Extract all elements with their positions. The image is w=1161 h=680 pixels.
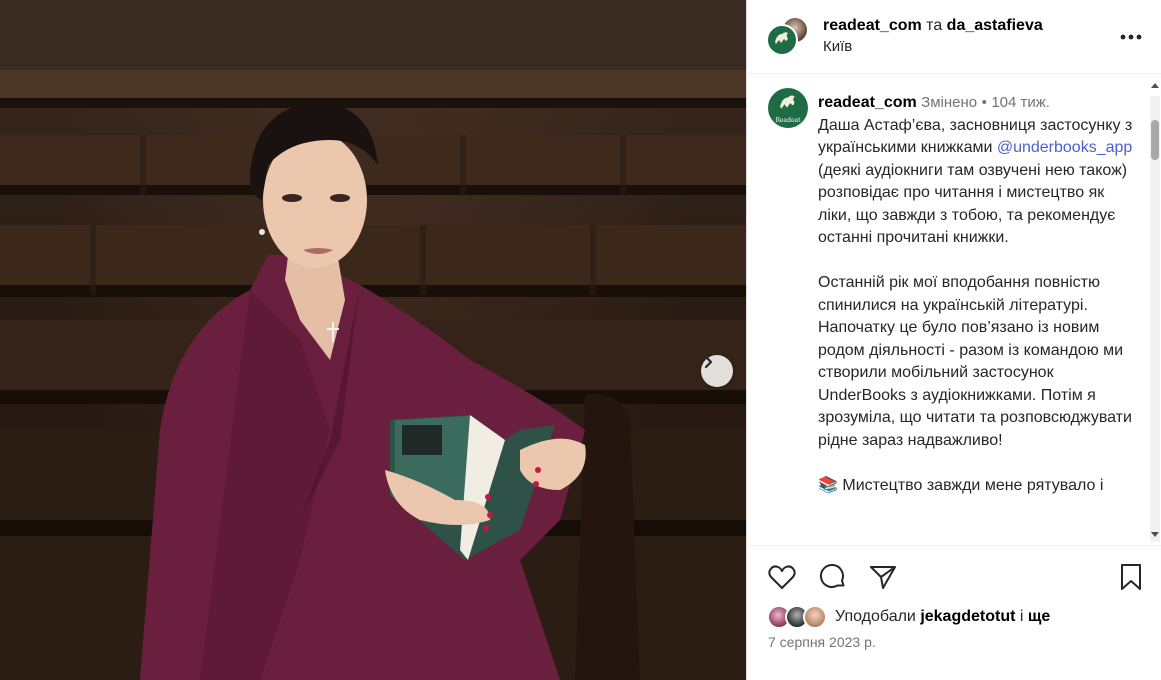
meta-separator: • (981, 94, 987, 111)
heart-icon (768, 564, 796, 595)
author-avatars[interactable] (766, 16, 809, 58)
mention-link[interactable]: @underbooks_app (997, 139, 1132, 156)
likes-connector: і (1019, 608, 1024, 625)
caption-paragraph-3: 📚 Мистецтво завжди мене рятувало і (818, 476, 1104, 494)
photo-illustration (0, 0, 746, 680)
caption-paragraph-1-end: (деякі аудіокниги там озвучені нею також… (818, 161, 1128, 247)
location-link[interactable]: Київ (823, 38, 852, 55)
avatar[interactable] (803, 605, 827, 629)
comment-button[interactable] (817, 563, 849, 595)
caption-author-link[interactable]: readeat_com (818, 94, 917, 111)
author-link[interactable]: readeat_com (823, 17, 922, 34)
more-icon (1120, 27, 1142, 45)
caption-scrollbar[interactable] (1147, 83, 1161, 542)
more-options-button[interactable] (1117, 26, 1145, 46)
post-photo (0, 0, 746, 680)
scroll-down-icon[interactable] (1151, 530, 1159, 538)
like-button[interactable] (766, 563, 798, 595)
edited-label: Змінено (921, 94, 978, 111)
collaborator-link[interactable]: da_astafieva (947, 17, 1043, 34)
more-likes-link[interactable]: ще (1028, 608, 1050, 625)
avatar[interactable]: Readeat (768, 88, 808, 128)
save-button[interactable] (1115, 563, 1147, 595)
post-actions (747, 563, 1161, 599)
post-date[interactable]: 7 серпня 2023 р. (768, 634, 876, 650)
caption-paragraph-2: Останній рік мої вподобання повністю спи… (818, 274, 1132, 449)
likes-text: Уподобали jekagdetotut і ще (835, 608, 1050, 626)
next-photo-button[interactable] (701, 355, 733, 387)
authors-connector: та (926, 17, 943, 34)
post-age[interactable]: 104 тиж. (991, 94, 1050, 111)
scrollbar-thumb[interactable] (1151, 120, 1159, 160)
share-button[interactable] (867, 563, 899, 595)
likes-prefix: Уподобали (835, 608, 916, 625)
post-authors: readeat_com та da_astafieva (823, 16, 1043, 36)
scroll-up-icon[interactable] (1151, 82, 1159, 90)
liker-link[interactable]: jekagdetotut (920, 608, 1015, 625)
likes-summary: Уподобали jekagdetotut і ще (767, 604, 1050, 630)
post-header: readeat_com та da_astafieva Київ (747, 0, 1161, 74)
lion-logo-icon (773, 30, 791, 51)
avatar-brand-label: Readeat (775, 116, 801, 124)
caption-scroll-area[interactable]: Readeat readeat_com Змінено • 104 тиж. Д… (747, 74, 1161, 546)
caption: readeat_com Змінено • 104 тиж. Даша Аста… (818, 92, 1138, 497)
post-sidebar: readeat_com та da_astafieva Київ Readeat… (746, 0, 1161, 680)
share-icon (869, 564, 897, 595)
lion-logo-icon (777, 93, 799, 116)
avatar[interactable] (766, 24, 798, 56)
bookmark-icon (1119, 563, 1143, 596)
comment-icon (819, 563, 847, 596)
